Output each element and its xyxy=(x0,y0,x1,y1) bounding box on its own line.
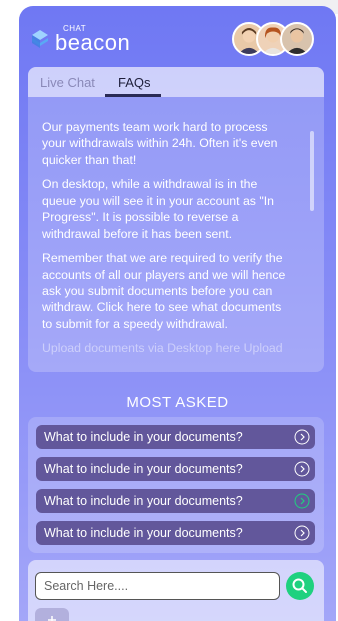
most-asked-question[interactable]: What to include in your documents? xyxy=(36,489,315,513)
search-icon xyxy=(292,578,307,593)
beacon-logo-icon xyxy=(32,30,48,48)
most-asked-list: What to include in your documents? What … xyxy=(28,417,324,553)
faq-paragraph[interactable]: Remember that we are required to verify … xyxy=(42,250,290,332)
faq-scrollbar[interactable] xyxy=(310,131,314,211)
logo-beacon-text: beacon xyxy=(55,30,131,55)
chevron-right-icon xyxy=(294,429,310,445)
search-input[interactable] xyxy=(35,572,280,600)
chevron-right-icon xyxy=(294,525,310,541)
faq-panel: Live Chat FAQs Our payments team work ha… xyxy=(28,67,324,372)
tab-bar: Live Chat FAQs xyxy=(28,67,324,97)
most-asked-question[interactable]: What to include in your documents? xyxy=(36,521,315,545)
chevron-right-icon xyxy=(294,461,310,477)
question-label: What to include in your documents? xyxy=(44,494,243,508)
question-label: What to include in your documents? xyxy=(44,430,243,444)
plus-icon xyxy=(48,616,56,621)
most-asked-question[interactable]: What to include in your documents? xyxy=(36,457,315,481)
tab-live-chat[interactable]: Live Chat xyxy=(40,75,95,90)
agent-avatars xyxy=(232,22,316,58)
faq-paragraph: On desktop, while a withdrawal is in the… xyxy=(42,177,274,241)
most-asked-question[interactable]: What to include in your documents? xyxy=(36,425,315,449)
faq-paragraph: Our payments team work hard to process y… xyxy=(42,120,278,167)
agent-avatar-3 xyxy=(280,22,314,56)
attach-button[interactable] xyxy=(35,608,69,621)
question-label: What to include in your documents? xyxy=(44,462,243,476)
most-asked-title: MOST ASKED xyxy=(126,394,229,411)
chat-widget: CHAT beacon Live Chat FAQs Our payments … xyxy=(19,6,336,621)
tab-faqs[interactable]: FAQs xyxy=(118,75,151,90)
chevron-right-icon xyxy=(294,493,310,509)
widget-header: CHAT beacon xyxy=(19,6,336,68)
faq-upload-link[interactable]: Upload documents via Desktop here Upload xyxy=(42,340,290,356)
active-tab-indicator xyxy=(105,94,161,97)
search-button[interactable] xyxy=(286,572,314,600)
question-label: What to include in your documents? xyxy=(44,526,243,540)
search-area xyxy=(28,560,324,621)
faq-content: Our payments team work hard to process y… xyxy=(42,119,290,365)
